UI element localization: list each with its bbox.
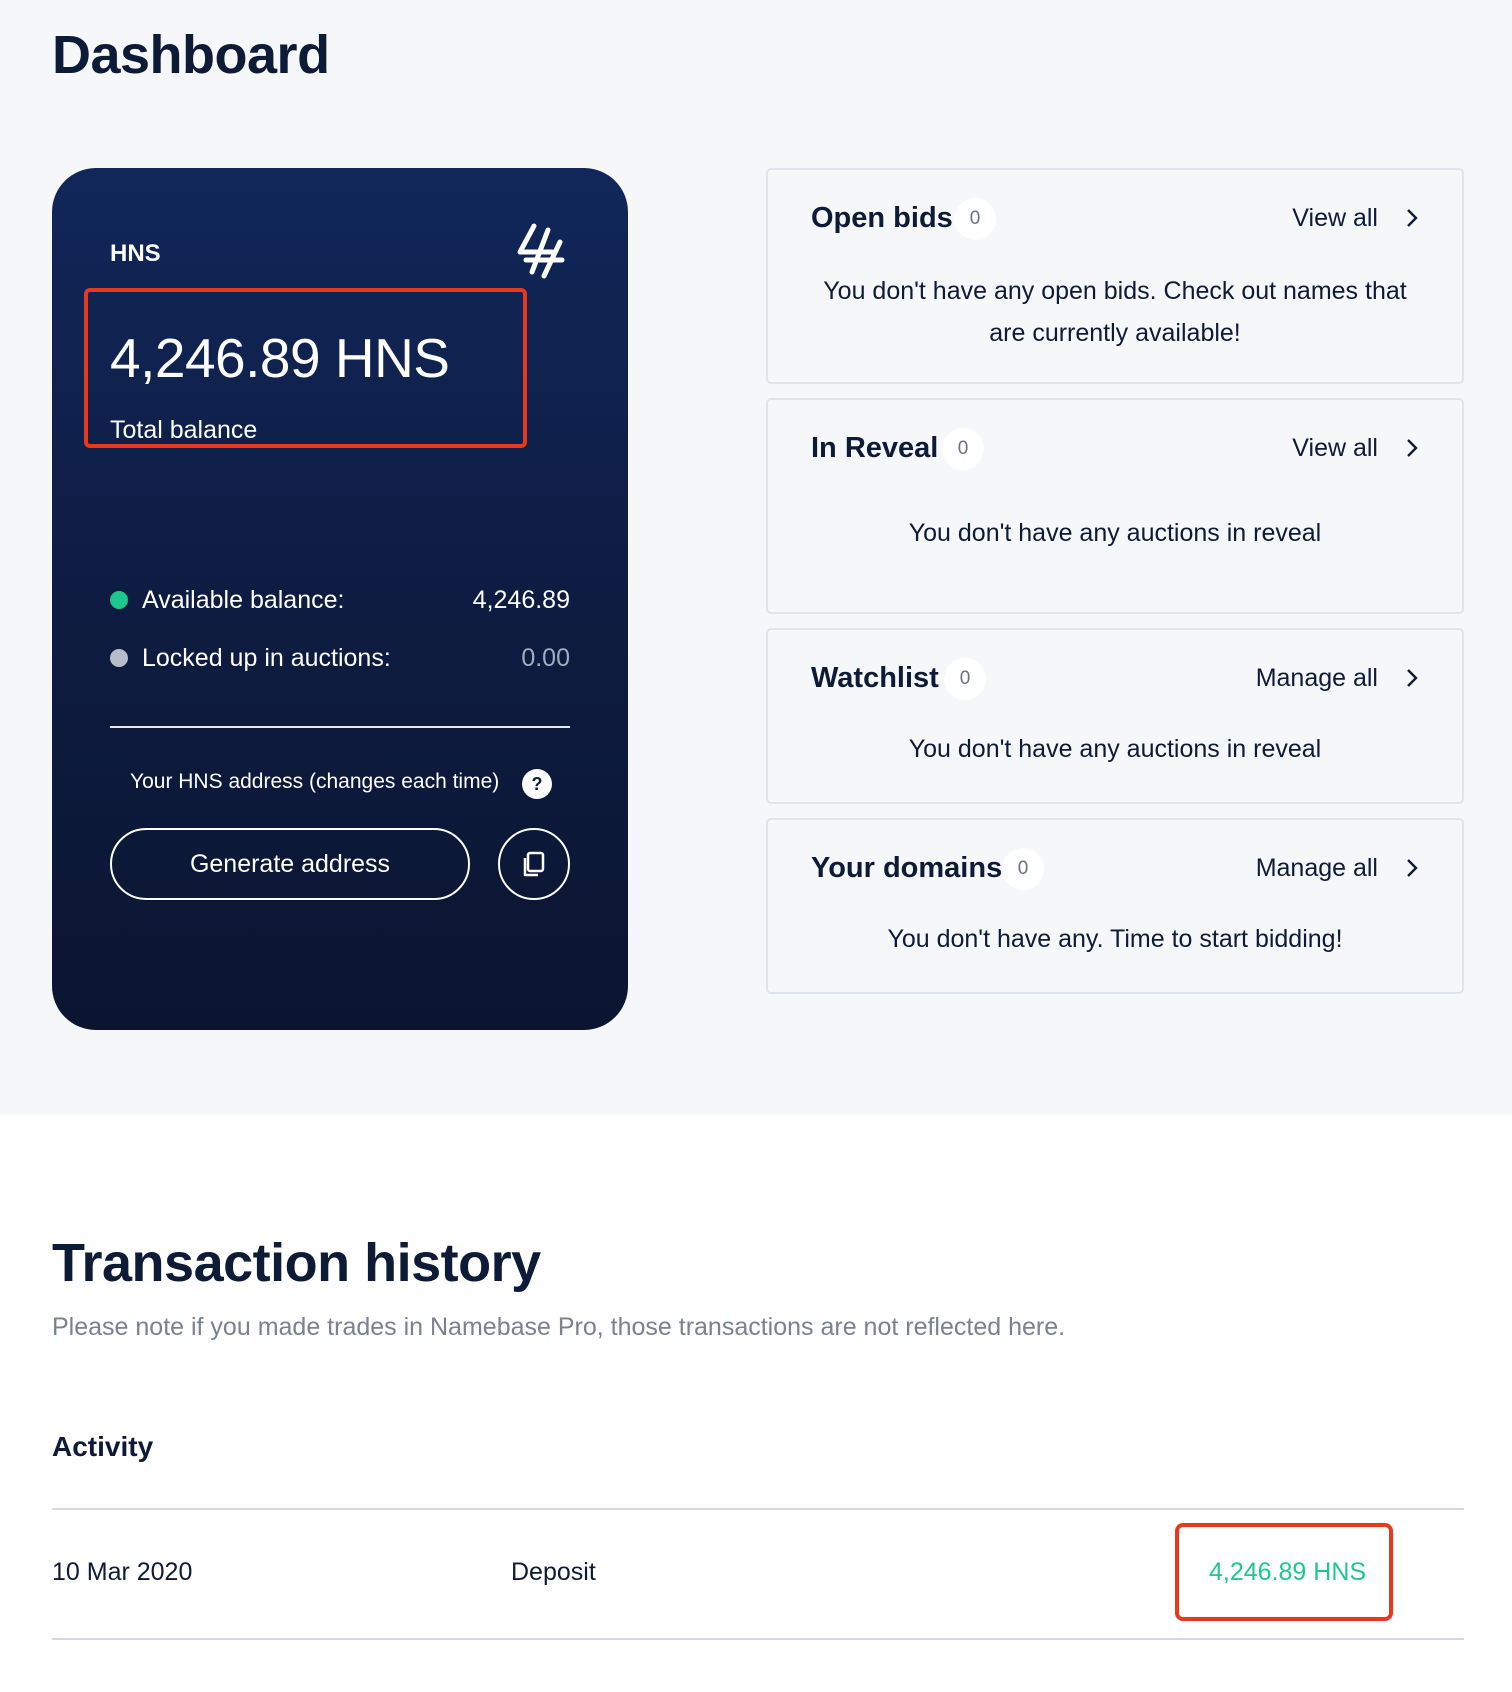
panel-message: You don't have any auctions in reveal [908, 519, 1322, 547]
panel-title: Your domains [811, 852, 1003, 884]
handshake-logo-icon [517, 223, 565, 279]
page-title: Dashboard [52, 25, 330, 85]
chevron-right-icon[interactable] [1402, 438, 1422, 458]
manage-all-link[interactable]: Manage all [1256, 664, 1378, 693]
count-badge: 0 [1002, 848, 1044, 890]
chevron-right-icon[interactable] [1402, 668, 1422, 688]
panel-title: Watchlist [811, 662, 939, 694]
transaction-history-note: Please note if you made trades in Nameba… [52, 1313, 1066, 1341]
available-balance-value: 4,246.89 [472, 586, 570, 614]
activity-heading: Activity [52, 1431, 154, 1462]
transaction-date: 10 Mar 2020 [52, 1558, 193, 1586]
in-reveal-panel: In Reveal 0 View all You don't have any … [766, 398, 1464, 614]
chevron-right-icon[interactable] [1402, 858, 1422, 878]
watchlist-panel: Watchlist 0 Manage all You don't have an… [766, 628, 1464, 804]
total-balance-highlight [84, 288, 527, 448]
transaction-history-title: Transaction history [52, 1233, 541, 1293]
locked-status-dot [110, 649, 128, 667]
panel-message: You don't have any. Time to start biddin… [887, 925, 1343, 953]
hns-address-label: Your HNS address (changes each time) [130, 770, 500, 793]
count-badge: 0 [944, 658, 986, 700]
chevron-right-icon[interactable] [1402, 208, 1422, 228]
your-domains-panel: Your domains 0 Manage all You don't have… [766, 818, 1464, 994]
available-balance-label: Available balance: [142, 586, 345, 614]
open-bids-panel: Open bids 0 View all You don't have any … [766, 168, 1464, 384]
view-all-link[interactable]: View all [1292, 434, 1378, 463]
currency-label: HNS [110, 240, 161, 267]
table-divider [52, 1638, 1464, 1640]
copy-address-button[interactable] [498, 828, 570, 900]
transaction-type: Deposit [511, 1558, 596, 1586]
transaction-amount-highlight [1175, 1523, 1393, 1621]
view-all-link[interactable]: View all [1292, 204, 1378, 233]
count-badge: 0 [942, 428, 984, 470]
available-balance-row: Available balance: 4,246.89 [110, 586, 570, 616]
locked-balance-value: 0.00 [521, 644, 570, 672]
card-divider [110, 726, 570, 728]
panel-message: You don't have any open bids. Check out … [823, 277, 1407, 347]
generate-address-button[interactable]: Generate address [110, 828, 470, 900]
panel-title: In Reveal [811, 432, 939, 464]
manage-all-link[interactable]: Manage all [1256, 854, 1378, 883]
table-divider [52, 1508, 1464, 1510]
panel-title: Open bids [811, 202, 953, 234]
count-badge: 0 [954, 198, 996, 240]
copy-icon [523, 851, 545, 877]
locked-balance-label: Locked up in auctions: [142, 644, 391, 672]
available-status-dot [110, 591, 128, 609]
locked-balance-row: Locked up in auctions: 0.00 [110, 644, 570, 674]
panel-message: You don't have any auctions in reveal [908, 735, 1322, 763]
help-icon[interactable]: ? [522, 769, 552, 799]
